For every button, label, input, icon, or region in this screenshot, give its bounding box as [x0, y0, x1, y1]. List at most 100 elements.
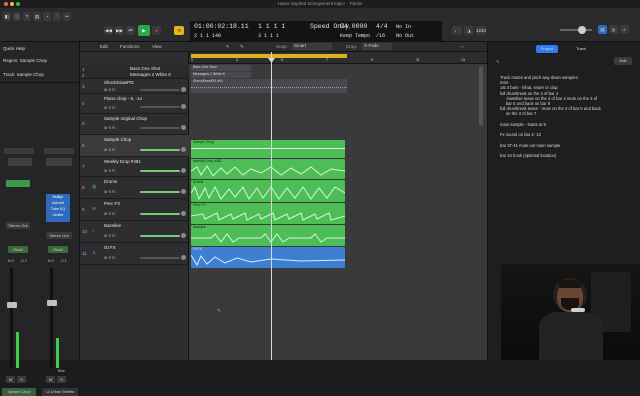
track-inspector-label[interactable]: Track: Sample Chop: [3, 72, 44, 77]
track-row[interactable]: 3 ShockDrawPt2 M S R: [80, 79, 189, 94]
track-name[interactable]: Weekly Drop #481: [104, 159, 141, 164]
mute-solo-record[interactable]: M S R: [104, 125, 115, 130]
plugin-slot[interactable]: Limiter: [46, 212, 70, 218]
note-pad-icon[interactable]: ▤: [598, 25, 607, 34]
zoom-window-icon[interactable]: [16, 2, 20, 6]
go-to-start-icon[interactable]: ⏮: [126, 26, 135, 35]
channel-b-bounce[interactable]: Bnc: [58, 368, 65, 373]
region[interactable]: Gt FX: [191, 247, 345, 268]
timeline-ruler[interactable]: 1 3 5 7 9 11 13: [189, 52, 487, 64]
track-volume-slider[interactable]: [140, 170, 180, 172]
smart-controls-icon[interactable]: ◔: [43, 12, 51, 21]
channel-b-fader-track[interactable]: [50, 268, 53, 368]
channel-b-plugins[interactable]: Multipr AdLimit Tube EQ Limiter: [46, 194, 70, 222]
track-volume-slider[interactable]: [140, 257, 180, 259]
snap-select[interactable]: Smart: [292, 43, 332, 50]
tab-track[interactable]: Track: [570, 45, 592, 53]
mute-solo-record[interactable]: M S R: [104, 255, 115, 260]
mute-solo-record[interactable]: M S R: [104, 147, 115, 152]
edit-notes-button[interactable]: Edit: [614, 57, 632, 65]
track-volume-slider[interactable]: [140, 106, 180, 108]
region[interactable]: Bassline: [191, 225, 345, 246]
close-window-icon[interactable]: [4, 2, 8, 6]
track-name[interactable]: Messages 2 White 8: [130, 72, 171, 77]
toolbar-toggle-icon[interactable]: ▤: [33, 12, 41, 21]
channel-b-fader-cap[interactable]: [47, 300, 57, 306]
track-name[interactable]: ShockDrawPt2: [104, 80, 134, 85]
zoom-icon[interactable]: ⇔: [460, 44, 465, 49]
track-row[interactable]: 4 Piano chop - 9, -14 M S R: [80, 94, 189, 114]
lcd-signature[interactable]: 4/4: [376, 23, 388, 30]
pencil-tool-icon[interactable]: ✎: [240, 44, 244, 50]
count-in-icon[interactable]: 1234: [476, 26, 486, 35]
track-volume-slider[interactable]: [140, 235, 180, 237]
channel-a-output[interactable]: Stereo Out: [6, 222, 30, 229]
channel-a-fader-cap[interactable]: [7, 302, 17, 308]
channel-b-setting[interactable]: [44, 148, 74, 154]
master-volume-knob[interactable]: [578, 26, 586, 34]
channel-b-output[interactable]: Stereo Out: [46, 232, 72, 239]
channel-a-solo[interactable]: S: [17, 376, 26, 383]
track-row[interactable]: 1 2 Bass One Shot Messages 2 White 8: [80, 65, 189, 79]
region[interactable]: Weekly Drop #481: [191, 159, 345, 179]
region-inspector-label[interactable]: Region: Sample Chop: [3, 58, 47, 63]
track-name[interactable]: Bass One Shot: [130, 66, 160, 71]
mixer-icon[interactable]: ⫶: [53, 12, 61, 21]
mute-solo-record[interactable]: M S R: [104, 189, 115, 194]
track-pan-knob[interactable]: [181, 168, 186, 173]
track-name[interactable]: Sample original Chop: [104, 116, 147, 121]
channel-b-eq[interactable]: [46, 158, 72, 166]
cycle-icon[interactable]: ⟲: [174, 26, 184, 35]
browser-icon[interactable]: ⌕: [620, 25, 629, 34]
channel-b-solo[interactable]: S: [57, 376, 66, 383]
fast-forward-icon[interactable]: ▶▶: [115, 26, 124, 35]
mute-solo-record[interactable]: M S R: [104, 168, 115, 173]
track-volume-slider[interactable]: [140, 89, 180, 91]
metronome-icon[interactable]: ◮: [464, 26, 474, 35]
region[interactable]: Perc FX: [191, 203, 345, 224]
region[interactable]: Messages 2 White 8: [191, 72, 251, 78]
region[interactable]: ShockDrawPt2 #01: [191, 79, 347, 93]
track-row[interactable]: 10 ♪ Bassline M S R: [80, 221, 189, 243]
track-row-selected[interactable]: 6 Sample Chop M S R: [80, 135, 189, 157]
arrange-area[interactable]: 1 3 5 7 9 11 13 Bass One Shot Messages 2…: [189, 52, 487, 360]
channel-a-mute[interactable]: M: [6, 376, 15, 383]
track-pan-knob[interactable]: [181, 147, 186, 152]
tab-project[interactable]: Project: [536, 45, 558, 53]
lcd-division[interactable]: /16: [376, 33, 385, 39]
notes-text[interactable]: Track mutes and pitch way down samples: …: [500, 75, 638, 158]
track-volume-slider[interactable]: [140, 149, 180, 151]
track-volume-slider[interactable]: [140, 191, 180, 193]
minimize-window-icon[interactable]: [10, 2, 14, 6]
pointer-tool-icon[interactable]: ↖: [226, 44, 230, 50]
channel-a-setting[interactable]: [4, 148, 34, 154]
play-icon[interactable]: ▶: [138, 25, 150, 36]
channel-a-read[interactable]: Read: [8, 246, 28, 253]
inspector-toggle-icon[interactable]: ⓘ: [13, 12, 21, 21]
track-row[interactable]: 5 Sample original Chop M S R: [80, 114, 189, 135]
rewind-icon[interactable]: ◀◀: [104, 26, 113, 35]
lcd-display[interactable]: 01:00:02:18.11 2 1 1 140 1 1 1 1 3 1 1 1…: [190, 21, 442, 44]
track-pan-knob[interactable]: [181, 87, 186, 92]
region[interactable]: Drums: [191, 180, 345, 202]
playhead[interactable]: [271, 52, 272, 360]
cycle-region[interactable]: [191, 54, 347, 58]
track-pan-knob[interactable]: [181, 189, 186, 194]
track-name[interactable]: Gt FX: [104, 245, 116, 250]
track-name[interactable]: Piano chop - 9, -14: [104, 96, 142, 101]
channel-a-fader-track[interactable]: [10, 268, 13, 368]
lcd-tempo[interactable]: 94.0000: [340, 23, 367, 30]
track-row[interactable]: 9 ≋ Perc FX M S R: [80, 199, 189, 221]
drag-select[interactable]: X-Fade: [362, 43, 392, 50]
quick-help-label[interactable]: Quick Help: [3, 46, 25, 51]
mute-solo-record[interactable]: M S R: [104, 105, 115, 110]
master-volume-slider[interactable]: [560, 26, 592, 34]
mute-solo-record[interactable]: M S R: [104, 211, 115, 216]
loop-browser-icon[interactable]: ◎: [609, 25, 618, 34]
channel-a-input[interactable]: [6, 180, 30, 187]
channel-b-read[interactable]: Read: [48, 246, 68, 253]
help-icon[interactable]: ?: [23, 12, 31, 21]
region[interactable]: Sample Chop: [191, 140, 345, 158]
mute-solo-record[interactable]: M S R: [104, 233, 115, 238]
track-volume-slider[interactable]: [140, 127, 180, 129]
